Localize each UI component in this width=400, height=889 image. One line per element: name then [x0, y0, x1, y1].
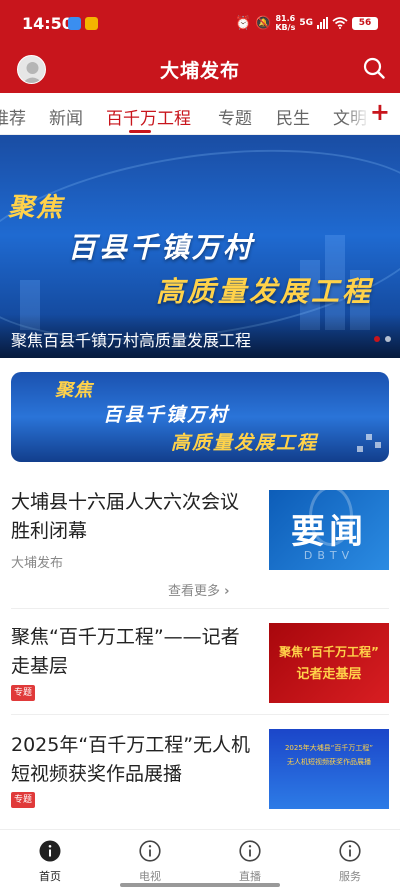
nav-home[interactable]: 首页	[20, 840, 80, 884]
news-title: 聚焦“百千万工程”——记者走基层	[11, 626, 240, 677]
view-more-label: 查看更多	[168, 584, 221, 599]
nav-label: 服务	[339, 870, 361, 883]
active-tab-indicator	[129, 130, 151, 133]
news-thumbnail: 聚焦“百千万工程” 记者走基层	[269, 623, 389, 703]
banner2-line-1: 聚焦	[55, 380, 93, 401]
nav-label: 直播	[239, 870, 261, 883]
banner2-line-3: 高质量发展工程	[171, 432, 319, 454]
news-thumbnail: 要闻 DBTV	[269, 490, 389, 570]
hero-banner[interactable]: 聚焦 百县千镇万村 高质量发展工程 聚焦百县千镇万村高质量发展工程	[0, 135, 400, 358]
mute-icon: 🔕	[255, 15, 272, 31]
thumbnail-subtitle: DBTV	[303, 549, 355, 562]
divider	[11, 608, 389, 609]
thumbnail-subtitle: 记者走基层	[296, 667, 362, 682]
topic-banner[interactable]: 聚焦 百县千镇万村 高质量发展工程	[11, 372, 389, 462]
banner-decoration	[375, 442, 381, 448]
topic-tag: 专题	[11, 685, 36, 701]
news-title: 大埔县十六届人大六次会议胜利闭幕	[11, 491, 240, 542]
tab-special[interactable]: 专题	[218, 104, 252, 129]
service-icon	[339, 840, 361, 862]
nav-label: 首页	[39, 870, 61, 883]
tab-recommend[interactable]: 推荐	[0, 104, 26, 129]
notification-app-icon	[68, 17, 81, 30]
live-icon	[239, 840, 261, 862]
signal-bars-icon	[317, 17, 328, 29]
nav-label: 电视	[139, 870, 161, 883]
hero-caption: 聚焦百县千镇万村高质量发展工程	[11, 331, 252, 350]
nav-live[interactable]: 直播	[220, 840, 280, 884]
thumbnail-title: 聚焦“百千万工程”	[279, 645, 379, 659]
banner-decoration	[366, 434, 372, 440]
tab-fade	[344, 93, 370, 134]
nav-service[interactable]: 服务	[320, 840, 380, 884]
hero-line-3: 高质量发展工程	[156, 275, 374, 308]
category-tabs: 推荐 新闻 百千万工程 专题 民生 文明 +	[0, 93, 400, 135]
network-speed-unit: KB/s	[275, 23, 296, 32]
home-indicator[interactable]	[120, 883, 280, 887]
tv-icon	[139, 840, 161, 862]
thumbnail-title: 2025年大埔县“百千万工程”	[284, 744, 374, 752]
search-icon[interactable]	[362, 56, 386, 80]
banner-decoration	[357, 446, 363, 452]
tab-news[interactable]: 新闻	[49, 104, 83, 129]
hero-line-1: 聚焦	[8, 193, 65, 223]
hero-line-2: 百县千镇万村	[68, 231, 255, 264]
app-header-area: 14:50 ⏰ 🔕 81.6 KB/s 5G 56 大埔发布	[0, 0, 400, 93]
view-more-link[interactable]: 查看更多 ›	[168, 580, 230, 599]
news-title: 2025年“百千万工程”无人机短视频获奖作品展播	[11, 734, 251, 785]
notification-app-icon	[85, 17, 98, 30]
add-channel-icon[interactable]: +	[370, 98, 390, 126]
status-time: 14:50	[22, 14, 73, 33]
tab-livelihood[interactable]: 民生	[276, 104, 310, 129]
carousel-dot-active	[374, 336, 380, 342]
thumbnail-subtitle: 无人机短视频获奖作品展播	[287, 758, 371, 766]
alarm-icon: ⏰	[234, 15, 252, 31]
news-thumbnail: 2025年大埔县“百千万工程” 无人机短视频获奖作品展播	[269, 729, 389, 809]
bottom-navigation: 首页 电视 直播 服务	[0, 829, 400, 889]
news-source: 大埔发布	[11, 556, 64, 571]
wifi-icon	[332, 17, 348, 29]
network-speed-value: 81.6	[275, 14, 296, 23]
status-bar: 14:50 ⏰ 🔕 81.6 KB/s 5G 56	[0, 0, 400, 46]
thumbnail-title: 要闻	[291, 512, 367, 552]
page-title: 大埔发布	[159, 60, 240, 82]
app-bar: 大埔发布	[0, 46, 400, 93]
home-icon	[39, 840, 61, 862]
topic-tag: 专题	[11, 792, 36, 808]
status-indicators: ⏰ 🔕 81.6 KB/s 5G 56	[235, 13, 378, 33]
network-speed: 81.6 KB/s	[275, 14, 295, 32]
signal-type: 5G	[299, 18, 313, 28]
chevron-right-icon: ›	[224, 584, 230, 599]
battery-icon: 56	[352, 16, 378, 30]
banner2-line-2: 百县千镇万村	[103, 404, 230, 426]
nav-tv[interactable]: 电视	[120, 840, 180, 884]
carousel-dot	[385, 336, 391, 342]
divider	[11, 714, 389, 715]
tab-baiqianwan[interactable]: 百千万工程	[106, 104, 191, 129]
